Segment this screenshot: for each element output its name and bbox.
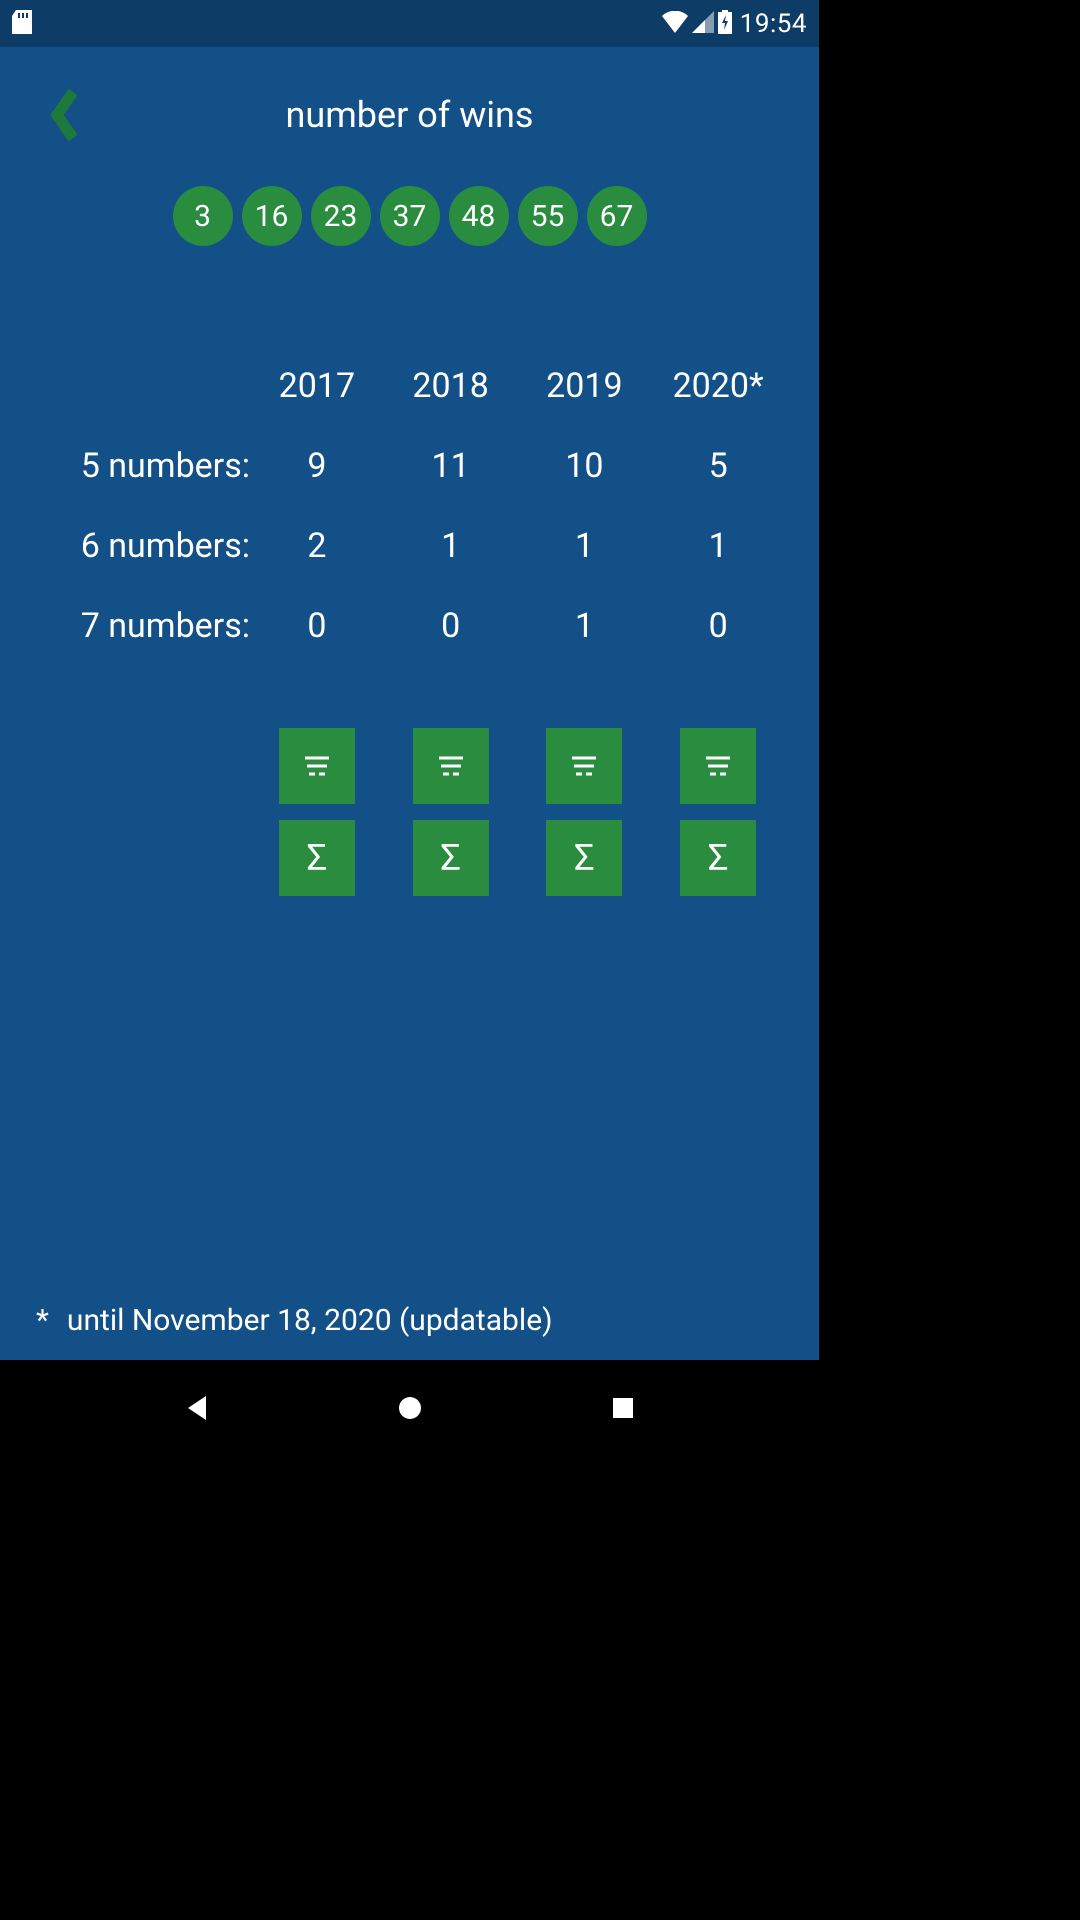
ball-3: 37 (380, 186, 440, 246)
wifi-icon (662, 11, 688, 37)
row-label: 5 numbers: (34, 446, 250, 486)
cell-signal-icon (692, 11, 714, 37)
year-3: 2020* (651, 366, 785, 406)
cell: 1 (518, 606, 652, 646)
wins-table: 2017 2018 2019 2020* 5 numbers: 9 11 10 … (0, 346, 819, 896)
row-label: 6 numbers: (34, 526, 250, 566)
cell: 5 (651, 446, 785, 486)
details-button-2018[interactable] (413, 728, 489, 804)
row-6-numbers: 6 numbers: 2 1 1 1 (34, 506, 785, 586)
sd-card-icon (12, 10, 32, 38)
app-content: number of wins 3 16 23 37 48 55 67 2017 … (0, 47, 819, 1360)
nav-recent-button[interactable] (593, 1378, 653, 1438)
footnote-mark: * (36, 1303, 49, 1338)
year-2: 2019 (518, 366, 652, 406)
battery-charging-icon (718, 10, 732, 38)
cell: 1 (651, 526, 785, 566)
cell: 1 (384, 526, 518, 566)
details-button-2017[interactable] (279, 728, 355, 804)
status-bar: 19:54 (0, 0, 819, 47)
status-clock: 19:54 (740, 9, 807, 39)
ball-2: 23 (311, 186, 371, 246)
cell: 0 (651, 606, 785, 646)
back-button[interactable] (44, 85, 84, 145)
cell: 0 (250, 606, 384, 646)
ball-6: 67 (587, 186, 647, 246)
ball-4: 48 (449, 186, 509, 246)
footnote-text: until November 18, 2020 (updatable) (67, 1303, 553, 1338)
details-button-2019[interactable] (546, 728, 622, 804)
cell: 11 (384, 446, 518, 486)
sum-button-row: Σ Σ Σ Σ (34, 820, 785, 896)
cell: 10 (518, 446, 652, 486)
row-5-numbers: 5 numbers: 9 11 10 5 (34, 426, 785, 506)
nav-back-button[interactable] (167, 1378, 227, 1438)
row-7-numbers: 7 numbers: 0 0 1 0 (34, 586, 785, 666)
sum-button-2018[interactable]: Σ (413, 820, 489, 896)
header: number of wins (0, 47, 819, 182)
ball-0: 3 (173, 186, 233, 246)
details-button-2020[interactable] (680, 728, 756, 804)
cell: 1 (518, 526, 652, 566)
cell: 9 (250, 446, 384, 486)
details-button-row (34, 728, 785, 804)
row-label: 7 numbers: (34, 606, 250, 646)
sum-button-2017[interactable]: Σ (279, 820, 355, 896)
footnote: * until November 18, 2020 (updatable) (36, 1303, 553, 1338)
year-1: 2018 (384, 366, 518, 406)
sum-button-2020[interactable]: Σ (680, 820, 756, 896)
year-header-row: 2017 2018 2019 2020* (34, 346, 785, 426)
ball-1: 16 (242, 186, 302, 246)
year-0: 2017 (250, 366, 384, 406)
cell: 2 (250, 526, 384, 566)
cell: 0 (384, 606, 518, 646)
sum-button-2019[interactable]: Σ (546, 820, 622, 896)
navigation-bar (0, 1360, 819, 1456)
number-balls: 3 16 23 37 48 55 67 (0, 186, 819, 246)
ball-5: 55 (518, 186, 578, 246)
nav-home-button[interactable] (380, 1378, 440, 1438)
page-title: number of wins (286, 94, 534, 136)
